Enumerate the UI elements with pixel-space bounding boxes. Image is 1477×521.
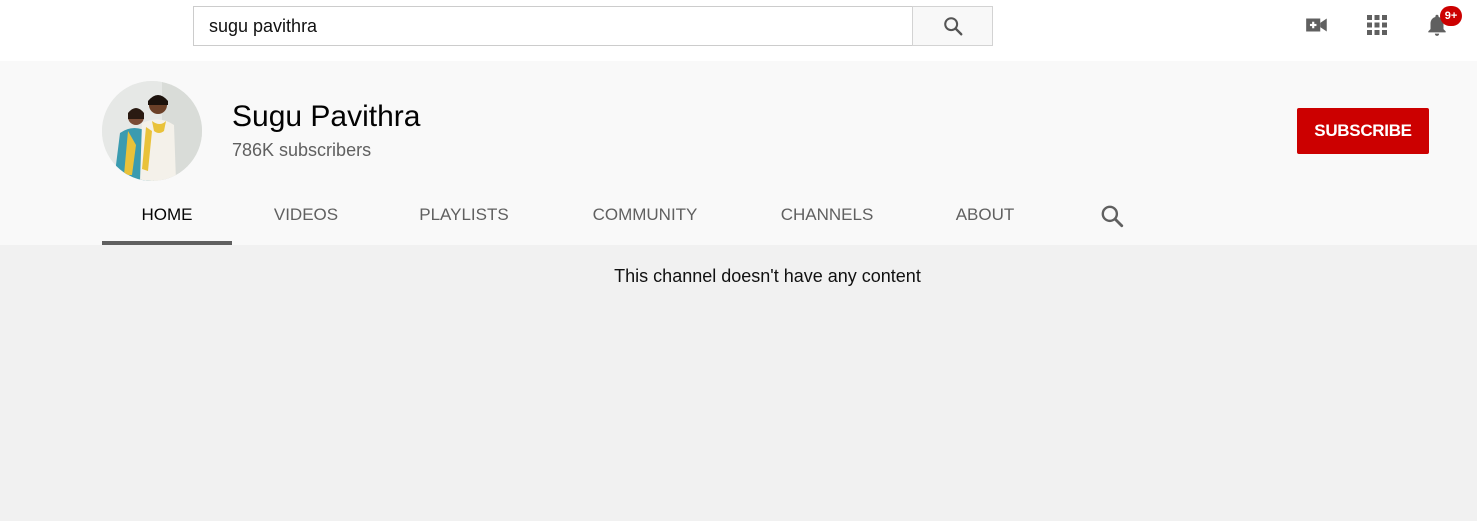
- notification-count-badge: 9+: [1440, 6, 1462, 26]
- tab-label: HOME: [141, 205, 193, 224]
- video-camera-plus-icon: [1306, 18, 1327, 32]
- search-input[interactable]: [193, 6, 912, 46]
- search-icon: [943, 17, 962, 36]
- subscriber-count: 786K subscribers: [232, 140, 372, 160]
- search-button[interactable]: [912, 6, 993, 46]
- tab-label: VIDEOS: [273, 205, 339, 224]
- search-box: [193, 6, 993, 46]
- tab-about[interactable]: ABOUT: [946, 185, 1024, 245]
- apps-button[interactable]: [1364, 12, 1390, 38]
- empty-content-message: This channel doesn't have any content: [614, 266, 921, 286]
- search-icon: [1101, 205, 1124, 228]
- tab-label: PLAYLISTS: [419, 205, 509, 224]
- create-video-button[interactable]: [1304, 12, 1330, 38]
- masthead: 9+: [0, 0, 1477, 61]
- avatar-photo: [102, 81, 202, 181]
- channel-search-button[interactable]: [1098, 202, 1126, 230]
- tab-community[interactable]: COMMUNITY: [582, 185, 708, 245]
- tab-label: COMMUNITY: [592, 205, 698, 224]
- apps-grid-icon: [1367, 15, 1387, 35]
- tab-channels[interactable]: CHANNELS: [770, 185, 884, 245]
- tab-label: CHANNELS: [780, 205, 874, 224]
- tab-videos[interactable]: VIDEOS: [266, 185, 346, 245]
- subscribe-button[interactable]: SUBSCRIBE: [1297, 108, 1429, 154]
- tab-label: ABOUT: [955, 205, 1015, 224]
- channel-name: Sugu Pavithra: [232, 100, 421, 133]
- channel-avatar[interactable]: [102, 81, 202, 181]
- channel-header: Sugu Pavithra 786K subscribers SUBSCRIBE…: [0, 61, 1477, 245]
- active-tab-indicator: [102, 241, 232, 245]
- tab-home[interactable]: HOME: [102, 185, 232, 245]
- tab-playlists[interactable]: PLAYLISTS: [408, 185, 520, 245]
